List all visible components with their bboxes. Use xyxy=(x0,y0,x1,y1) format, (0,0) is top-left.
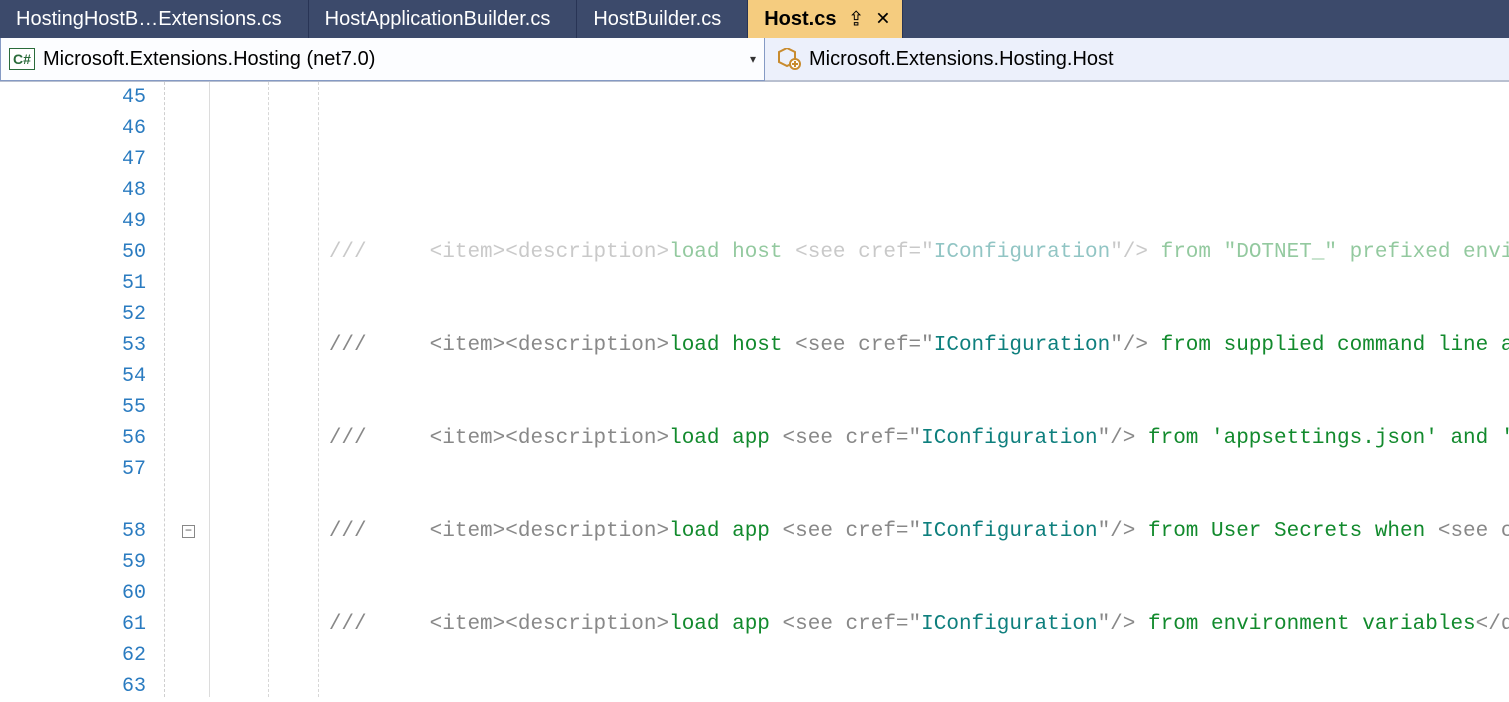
tab-label: HostApplicationBuilder.cs xyxy=(325,8,551,31)
line-number: 58 xyxy=(0,516,146,547)
line-number: 49 xyxy=(0,206,146,237)
line-number: 55 xyxy=(0,392,146,423)
line-number: 63 xyxy=(0,671,146,702)
nav-project-dropdown[interactable]: C# Microsoft.Extensions.Hosting (net7.0)… xyxy=(0,38,765,81)
line-number: 48 xyxy=(0,175,146,206)
tab-hostapplicationbuilder[interactable]: HostApplicationBuilder.cs xyxy=(309,0,578,38)
class-icon xyxy=(775,48,801,70)
line-number: 46 xyxy=(0,113,146,144)
line-number: 54 xyxy=(0,361,146,392)
tab-host-active[interactable]: Host.cs ⇪ ✕ xyxy=(748,0,903,38)
tab-label: HostingHostB…Extensions.cs xyxy=(16,8,282,31)
line-number: 45 xyxy=(0,82,146,113)
line-number: 60 xyxy=(0,578,146,609)
tab-label: HostBuilder.cs xyxy=(593,8,721,31)
fold-toggle[interactable]: − xyxy=(182,525,195,538)
tab-hostbuilder[interactable]: HostBuilder.cs xyxy=(577,0,748,38)
pin-icon[interactable]: ⇪ xyxy=(848,7,865,32)
code-surface[interactable]: /// <item><description>load host <see cr… xyxy=(210,82,1509,697)
line-number xyxy=(0,485,146,516)
line-number: 50 xyxy=(0,237,146,268)
tab-label: Host.cs xyxy=(764,8,836,31)
chevron-down-icon: ▾ xyxy=(750,52,756,66)
nav-project-label: Microsoft.Extensions.Hosting (net7.0) xyxy=(43,48,375,71)
close-icon[interactable]: ✕ xyxy=(875,9,890,30)
line-number: 53 xyxy=(0,330,146,361)
line-number: 51 xyxy=(0,268,146,299)
tab-hosting-extensions[interactable]: HostingHostB…Extensions.cs xyxy=(0,0,309,38)
tab-strip: HostingHostB…Extensions.cs HostApplicati… xyxy=(0,0,1509,38)
line-number: 61 xyxy=(0,609,146,640)
line-number: 59 xyxy=(0,547,146,578)
line-number-gutter: 45 46 47 48 49 50 51 52 53 54 55 56 57 5… xyxy=(0,82,160,697)
line-number: 47 xyxy=(0,144,146,175)
line-number: 56 xyxy=(0,423,146,454)
nav-type-dropdown[interactable]: Microsoft.Extensions.Hosting.Host xyxy=(765,38,1509,81)
line-number: 52 xyxy=(0,299,146,330)
csharp-icon: C# xyxy=(9,48,35,70)
code-editor[interactable]: 45 46 47 48 49 50 51 52 53 54 55 56 57 5… xyxy=(0,82,1509,697)
nav-type-label: Microsoft.Extensions.Hosting.Host xyxy=(809,48,1114,71)
line-number: 57 xyxy=(0,454,146,485)
outlining-margin: − xyxy=(160,82,210,697)
line-number: 62 xyxy=(0,640,146,671)
navigation-bar: C# Microsoft.Extensions.Hosting (net7.0)… xyxy=(0,38,1509,82)
